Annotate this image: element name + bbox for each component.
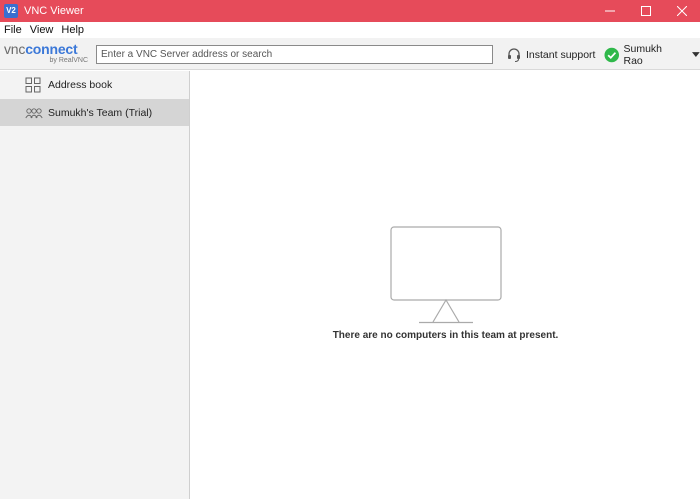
close-icon xyxy=(677,6,687,16)
logo-connect-text: connect xyxy=(25,41,78,57)
logo-vnc-text: vnc xyxy=(4,41,26,57)
sidebar: Address book Sumukh's Team (Trial) xyxy=(0,71,190,499)
window-title: VNC Viewer xyxy=(24,5,84,17)
window-controls xyxy=(592,0,700,22)
sidebar-item-address-book[interactable]: Address book xyxy=(0,71,189,98)
menu-help[interactable]: Help xyxy=(57,24,88,36)
search-box xyxy=(96,45,493,64)
toolbar: vncconnect by RealVNC Instant support Su… xyxy=(0,38,700,70)
user-account-menu[interactable]: Sumukh Rao xyxy=(604,43,700,67)
minimize-icon xyxy=(605,10,615,12)
maximize-icon xyxy=(641,6,651,16)
headset-icon xyxy=(508,48,520,62)
logo-subtitle: by RealVNC xyxy=(49,57,88,64)
menu-bar: File View Help xyxy=(0,22,700,38)
user-name: Sumukh Rao xyxy=(623,43,663,67)
close-button[interactable] xyxy=(664,0,700,22)
main-content: There are no computers in this team at p… xyxy=(191,71,700,499)
vnc-connect-logo: vncconnect by RealVNC xyxy=(4,41,90,67)
team-icon xyxy=(25,108,43,119)
empty-state-message: There are no computers in this team at p… xyxy=(332,330,559,341)
monitor-icon xyxy=(390,226,502,324)
sidebar-item-label: Address book xyxy=(48,78,113,91)
maximize-button[interactable] xyxy=(628,0,664,22)
server-address-search-input[interactable] xyxy=(97,46,492,63)
sidebar-item-label: Sumukh's Team (Trial) xyxy=(48,106,153,119)
chevron-down-icon xyxy=(692,52,700,57)
menu-file[interactable]: File xyxy=(0,24,26,36)
instant-support-label: Instant support xyxy=(526,49,596,61)
grid-icon xyxy=(25,77,41,93)
sidebar-item-team[interactable]: Sumukh's Team (Trial) xyxy=(0,99,189,126)
vnc-app-icon: V2 xyxy=(4,4,18,18)
title-bar: V2 VNC Viewer xyxy=(0,0,700,22)
signed-in-check-icon xyxy=(604,47,620,63)
minimize-button[interactable] xyxy=(592,0,628,22)
menu-view[interactable]: View xyxy=(26,24,58,36)
instant-support-button[interactable]: Instant support xyxy=(506,46,595,64)
